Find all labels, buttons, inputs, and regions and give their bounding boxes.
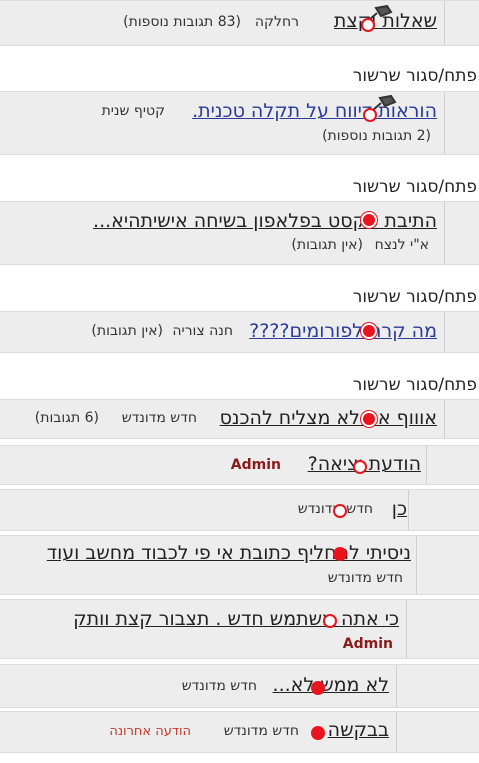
divider [416,536,417,594]
unread-dot-icon [333,547,347,561]
read-dot-icon [323,614,337,628]
thread-title[interactable]: מה קרה לפורומים???? [249,320,437,342]
divider [444,202,445,264]
thread-row[interactable]: שאלות וקצת רחלקה (83 תגובות נוספות) [0,0,479,46]
reply-row[interactable]: הודעת יציאה? Admin [0,445,479,485]
thread-toggle[interactable]: פתח/סגור שרשור [353,287,477,307]
thread-author[interactable]: רחלקה [255,14,299,30]
unread-dot-icon [311,726,325,740]
reply-author[interactable]: חדש מדונדש [182,678,257,694]
divider [444,92,445,154]
unread-dot-icon [363,413,375,425]
reply-row[interactable]: ניסיתי להחליף כתובת אי פי לכבוד מחשב ועו… [0,535,479,595]
thread-toggle[interactable]: פתח/סגור שרשור [353,375,477,395]
thread-toggle[interactable]: פתח/סגור שרשור [353,177,477,197]
reply-row[interactable]: לא ממש לא... חדש מדונדש [0,664,479,708]
thread-replies: (אין תגובות) [91,323,163,339]
reply-title[interactable]: כן [392,498,407,520]
divider [444,1,445,45]
divider [408,490,409,530]
divider [406,600,407,658]
thread-replies: (6 תגובות) [34,410,99,426]
reply-title[interactable]: בבקשה [328,719,389,741]
thread-row[interactable]: התיבת טקסט בפלאפון בשיחה אישיתהיא... א"י… [0,201,479,265]
thread-author[interactable]: קטיף שנית [102,103,165,119]
reply-author[interactable]: חדש מדונדש [224,723,299,739]
divider [396,665,397,707]
thread-author[interactable]: חנה צוריה [172,323,233,339]
thread-row[interactable]: הוראות דיווח על תקלה טכנית. קטיף שנית (2… [0,91,479,155]
reply-row[interactable]: כן חדש מדונדש [0,489,479,531]
read-dot-icon [361,18,375,32]
thread-title[interactable]: התיבת טקסט בפלאפון בשיחה אישיתהיא... [93,210,437,232]
divider [444,400,445,438]
thread-row[interactable]: מה קרה לפורומים???? חנה צוריה (אין תגובו… [0,311,479,353]
unread-dot-icon [363,325,375,337]
thread-author[interactable]: חדש מדונדש [122,410,197,426]
thread-title[interactable]: אוווף אני לא מצליח להכנס [220,407,437,429]
thread-toggle[interactable]: פתח/סגור שרשור [353,66,477,86]
reply-row[interactable]: בבקשה חדש מדונדש הודעה אחרונה [0,711,479,753]
thread-author[interactable]: א"י לנצח [375,237,429,253]
last-message-badge: הודעה אחרונה [109,724,191,739]
divider [396,712,397,752]
reply-title[interactable]: לא ממש לא... [273,674,389,696]
reply-author[interactable]: Admin [343,636,393,652]
reply-title[interactable]: ניסיתי להחליף כתובת אי פי לכבוד מחשב ועו… [47,542,411,564]
unread-dot-icon [311,681,325,695]
thread-replies: (83 תגובות נוספות) [123,14,241,30]
read-dot-icon [353,460,367,474]
reply-row[interactable]: כי אתה משתמש חדש . תצבור קצת וותק Admin [0,599,479,659]
thread-title[interactable]: הוראות דיווח על תקלה טכנית. [192,100,437,122]
read-dot-icon [363,108,377,122]
divider [444,312,445,352]
thread-row[interactable]: אוווף אני לא מצליח להכנס חדש מדונדש (6 ת… [0,399,479,439]
read-dot-icon [333,504,347,518]
thread-replies: (2 תגובות נוספות) [322,128,431,144]
divider [426,446,427,484]
reply-author[interactable]: Admin [231,457,281,473]
reply-title[interactable]: כי אתה משתמש חדש . תצבור קצת וותק [73,608,399,630]
unread-dot-icon [363,214,375,226]
reply-author[interactable]: חדש מדונדש [328,570,403,586]
thread-replies: (אין תגובות) [291,237,363,253]
